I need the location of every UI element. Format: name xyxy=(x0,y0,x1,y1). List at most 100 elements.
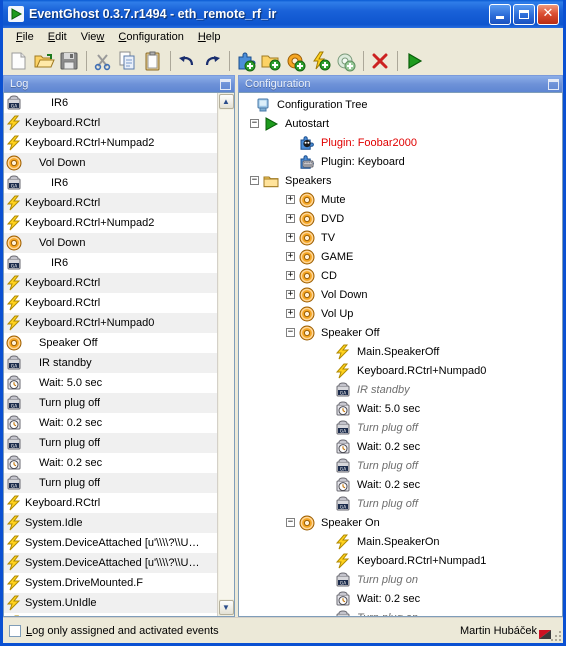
log-row[interactable]: GA IR6 xyxy=(4,173,217,193)
log-row[interactable]: GA Turn plug off xyxy=(4,473,217,493)
log-row[interactable]: GA Turn plug off xyxy=(4,433,217,453)
tree-node[interactable]: Wait: 0.2 sec xyxy=(242,475,562,494)
maximize-button[interactable] xyxy=(513,3,535,25)
tree-node[interactable]: GA Turn plug on xyxy=(242,570,562,589)
configuration-tree[interactable]: Configuration Tree − Autostart Plugin: Foob… xyxy=(239,93,562,616)
log-row-label: System.Idle xyxy=(25,517,83,529)
scroll-down-button[interactable]: ▼ xyxy=(218,600,234,615)
menu-help[interactable]: Help xyxy=(191,29,228,45)
open-folder-icon[interactable] xyxy=(32,49,56,73)
log-row[interactable]: Keyboard.RCtrl xyxy=(4,193,217,213)
add-macro-gear-icon[interactable] xyxy=(284,49,308,73)
log-row[interactable]: System.DriveMounted.F xyxy=(4,573,217,593)
tree-node[interactable]: − Autostart xyxy=(242,114,562,133)
scissors-icon[interactable] xyxy=(91,49,115,73)
log-list[interactable]: GA IR6 Keyboard.RCtrl Keyboard.RCtrl+Numpad… xyxy=(4,93,217,616)
log-row[interactable]: Keyboard.RCtrl xyxy=(4,493,217,513)
log-row[interactable]: Keyboard.RCtrl xyxy=(4,113,217,133)
tree-node[interactable]: GA Turn plug off xyxy=(242,456,562,475)
log-row[interactable]: Wait: 0.2 sec xyxy=(4,453,217,473)
tree-node[interactable]: − Speaker On xyxy=(242,513,562,532)
redo-arrow-icon[interactable] xyxy=(200,49,224,73)
tree-node[interactable]: − Speaker Off xyxy=(242,323,562,342)
expand-plus-icon[interactable]: + xyxy=(286,252,295,261)
log-row[interactable]: System.DeviceAttached [u'\\\\?\\U… xyxy=(4,533,217,553)
tree-node[interactable]: GA Turn plug off xyxy=(242,494,562,513)
expand-plus-icon[interactable]: + xyxy=(286,271,295,280)
log-row[interactable]: System.Idle xyxy=(4,513,217,533)
menu-view[interactable]: View xyxy=(74,29,112,45)
collapse-minus-icon[interactable]: − xyxy=(250,176,259,185)
tree-node[interactable]: GA Turn plug on xyxy=(242,608,562,616)
log-row[interactable]: Vol Down xyxy=(4,233,217,253)
config-pane-collapse-icon[interactable] xyxy=(548,78,559,90)
log-row[interactable]: GA Turn plug off xyxy=(4,393,217,413)
log-pane-collapse-icon[interactable] xyxy=(220,78,231,90)
tree-node[interactable]: Plugin: Keyboard xyxy=(242,152,562,171)
tree-node[interactable]: GA Turn plug off xyxy=(242,418,562,437)
expand-plus-icon[interactable]: + xyxy=(286,309,295,318)
new-document-icon[interactable] xyxy=(7,49,31,73)
scroll-up-button[interactable]: ▲ xyxy=(218,94,234,109)
expand-plus-icon[interactable]: + xyxy=(286,195,295,204)
log-row[interactable]: Speaker Off xyxy=(4,333,217,353)
log-row[interactable]: Keyboard.Escape xyxy=(4,613,217,616)
resize-grip-icon[interactable] xyxy=(549,629,561,641)
collapse-minus-icon[interactable]: − xyxy=(286,518,295,527)
tree-node[interactable]: + Vol Down xyxy=(242,285,562,304)
tree-node[interactable]: Wait: 5.0 sec xyxy=(242,399,562,418)
tree-node[interactable]: Configuration Tree xyxy=(242,95,562,114)
tree-node[interactable]: Keyboard.RCtrl+Numpad0 xyxy=(242,361,562,380)
expand-plus-icon[interactable]: + xyxy=(286,214,295,223)
log-row[interactable]: Keyboard.RCtrl+Numpad0 xyxy=(4,313,217,333)
log-filter-checkbox[interactable] xyxy=(9,624,21,637)
close-button[interactable]: ✕ xyxy=(537,3,559,25)
log-row[interactable]: GA IR standby xyxy=(4,353,217,373)
undo-arrow-icon[interactable] xyxy=(175,49,199,73)
log-row[interactable]: Vol Down xyxy=(4,153,217,173)
tree-node[interactable]: Wait: 0.2 sec xyxy=(242,437,562,456)
log-row[interactable]: Keyboard.RCtrl xyxy=(4,293,217,313)
menu-file[interactable]: File xyxy=(9,29,41,45)
collapse-minus-icon[interactable]: − xyxy=(250,119,259,128)
floppy-save-icon[interactable] xyxy=(57,49,81,73)
log-row[interactable]: System.DeviceAttached [u'\\\\?\\U… xyxy=(4,553,217,573)
green-play-icon[interactable] xyxy=(402,49,426,73)
scroll-track[interactable] xyxy=(218,110,234,599)
tree-node[interactable]: Wait: 0.2 sec xyxy=(242,589,562,608)
red-x-icon[interactable] xyxy=(368,49,392,73)
log-row[interactable]: Keyboard.RCtrl+Numpad2 xyxy=(4,213,217,233)
menu-configuration[interactable]: Configuration xyxy=(111,29,190,45)
tree-node[interactable]: Main.SpeakerOff xyxy=(242,342,562,361)
tree-node[interactable]: Main.SpeakerOn xyxy=(242,532,562,551)
tree-node[interactable]: Plugin: Foobar2000 xyxy=(242,133,562,152)
log-row[interactable]: Wait: 0.2 sec xyxy=(4,413,217,433)
copy-icon[interactable] xyxy=(116,49,140,73)
expand-plus-icon[interactable]: + xyxy=(286,233,295,242)
tree-node[interactable]: + CD xyxy=(242,266,562,285)
collapse-minus-icon[interactable]: − xyxy=(286,328,295,337)
log-row[interactable]: GA IR6 xyxy=(4,253,217,273)
tree-node[interactable]: + Mute xyxy=(242,190,562,209)
expand-plus-icon[interactable]: + xyxy=(286,290,295,299)
minimize-button[interactable] xyxy=(489,3,511,25)
log-row[interactable]: Keyboard.RCtrl+Numpad2 xyxy=(4,133,217,153)
log-row[interactable]: Keyboard.RCtrl xyxy=(4,273,217,293)
log-row[interactable]: Wait: 5.0 sec xyxy=(4,373,217,393)
tree-node[interactable]: + DVD xyxy=(242,209,562,228)
clipboard-icon[interactable] xyxy=(141,49,165,73)
tree-node[interactable]: + Vol Up xyxy=(242,304,562,323)
tree-node[interactable]: Keyboard.RCtrl+Numpad1 xyxy=(242,551,562,570)
log-row[interactable]: GA IR6 xyxy=(4,93,217,113)
log-row[interactable]: System.UnIdle xyxy=(4,593,217,613)
add-folder-icon[interactable] xyxy=(259,49,283,73)
add-event-bolt-icon[interactable] xyxy=(309,49,333,73)
tree-node[interactable]: − Speakers xyxy=(242,171,562,190)
add-plugin-icon[interactable] xyxy=(234,49,258,73)
log-scrollbar[interactable]: ▲ ▼ xyxy=(217,93,234,616)
tree-node[interactable]: + GAME xyxy=(242,247,562,266)
tree-node[interactable]: + TV xyxy=(242,228,562,247)
tree-node[interactable]: GA IR standby xyxy=(242,380,562,399)
add-action-icon[interactable] xyxy=(334,49,358,73)
menu-edit[interactable]: Edit xyxy=(41,29,74,45)
